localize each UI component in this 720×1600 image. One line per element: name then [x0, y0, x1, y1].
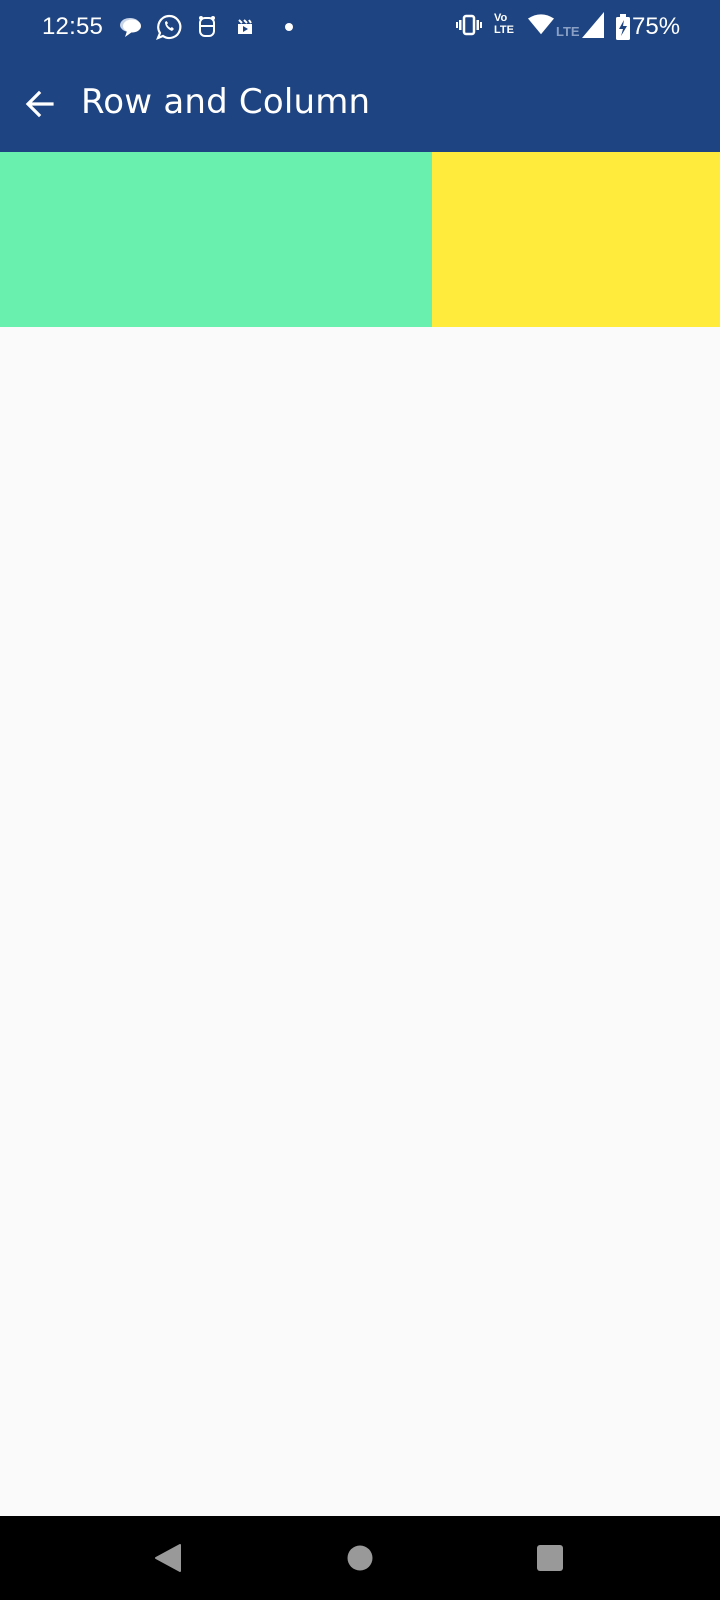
arrow-back-icon	[25, 90, 54, 118]
back-triangle-icon	[155, 1544, 181, 1572]
video-clip-icon	[232, 14, 258, 40]
system-nav-bar	[0, 1516, 720, 1600]
status-time: 12:55	[42, 13, 104, 40]
green-block	[0, 152, 432, 327]
vibrate-icon	[456, 12, 482, 38]
app-bar: Row and Column	[0, 56, 720, 152]
battery-percent: 75%	[632, 13, 681, 40]
home-circle-icon	[347, 1545, 373, 1571]
row-container	[0, 152, 720, 327]
nav-home-button[interactable]	[340, 1538, 380, 1578]
volte-icon: Vo LTE	[494, 12, 514, 36]
robot-face-icon	[194, 14, 220, 40]
recents-square-icon	[537, 1545, 563, 1571]
more-dot-icon	[276, 14, 302, 40]
back-button[interactable]	[14, 78, 66, 130]
whatsapp-icon	[156, 14, 182, 40]
lte-signal-icon	[580, 12, 606, 38]
lte-label: LTE	[556, 24, 580, 39]
nav-recents-button[interactable]	[530, 1538, 570, 1578]
yellow-block	[432, 152, 720, 327]
wifi-icon	[528, 12, 554, 38]
page-title: Row and Column	[81, 82, 371, 122]
chat-bubbles-icon	[118, 14, 144, 40]
status-bar: 12:55 Vo LTE LTE 75%	[0, 0, 720, 56]
nav-back-button[interactable]	[148, 1538, 188, 1578]
empty-content-area	[0, 327, 720, 1516]
